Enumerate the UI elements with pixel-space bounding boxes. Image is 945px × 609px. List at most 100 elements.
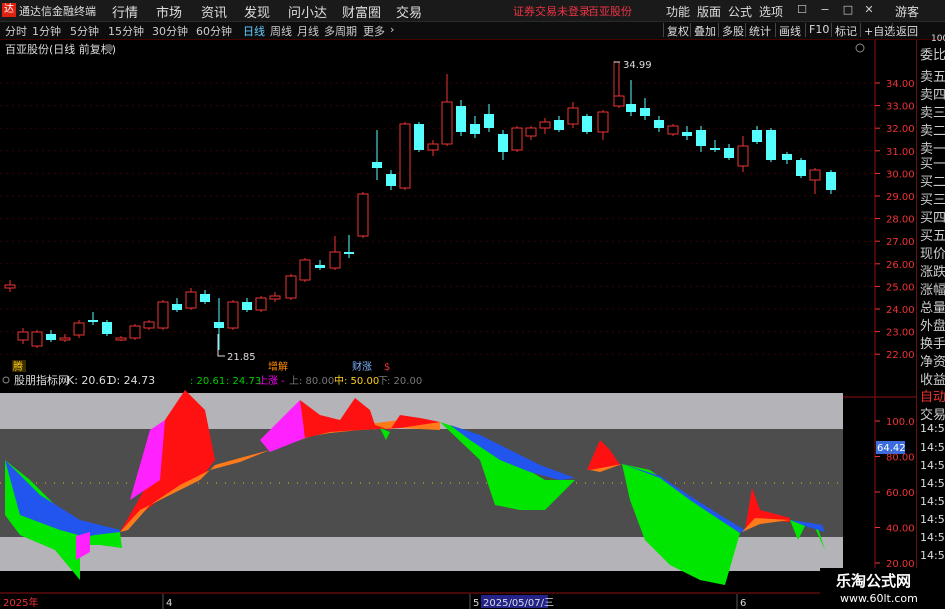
candle [157, 300, 169, 330]
menu-quotes[interactable]: 行情 [112, 2, 138, 21]
indicator-name: 股朋指标网 [14, 373, 69, 387]
period-timeshare[interactable]: 分时 [5, 23, 27, 39]
menu-layout[interactable]: 版面 [697, 3, 721, 20]
price-tick: 30.00 [886, 169, 915, 180]
candle [285, 274, 297, 300]
candle [102, 320, 112, 336]
quote-item: 买四 [920, 211, 945, 226]
quote-item: 买五 [920, 229, 945, 244]
chart-canvas[interactable]: 百亚股份(日线 前复权) 34.99 21.85 腾 增解 财涨 $ 34.00… [0, 40, 916, 609]
candle [31, 330, 43, 348]
minimize-icon[interactable]: − [818, 3, 832, 17]
skin-icon[interactable]: ☐ [795, 3, 809, 17]
quote-item: 涨跌 [920, 265, 945, 280]
tick-time: 14:56 [920, 422, 945, 435]
tick-time: 14:56 [920, 549, 945, 562]
shang-label: 上 [289, 375, 299, 387]
stock-link[interactable]: 百亚股份 [588, 3, 632, 19]
login-warning[interactable]: 证券交易未登录 [513, 3, 590, 19]
indicator-tick: 100.0 [886, 417, 915, 428]
menu-trade[interactable]: 交易 [396, 2, 422, 21]
quote-item: 卖四 [920, 88, 945, 103]
price-tick: 34.00 [886, 79, 915, 90]
menu-function[interactable]: 功能 [666, 3, 690, 20]
period-month[interactable]: 月线 [297, 23, 319, 39]
candle [299, 258, 311, 282]
period-week[interactable]: 周线 [270, 23, 292, 39]
v1-value: : 20.61 [190, 376, 225, 387]
period-15min[interactable]: 15分钟 [108, 23, 144, 39]
price-tick: 26.00 [886, 260, 915, 271]
chevron-right-icon[interactable]: › [390, 23, 394, 36]
watermark-url: www.60lt.com [840, 592, 918, 605]
menu-news[interactable]: 资讯 [201, 2, 227, 21]
multi-stock-button[interactable]: 多股 [718, 23, 744, 38]
tag-teng[interactable]: 腾 [13, 360, 23, 373]
period-60min[interactable]: 60分钟 [196, 23, 232, 39]
quote-item: 净资 [920, 355, 945, 370]
menu-market[interactable]: 市场 [156, 2, 182, 21]
overlay-button[interactable]: 叠加 [690, 23, 716, 38]
back-button[interactable]: 返回 [892, 23, 918, 38]
xia-value: : 20.00 [387, 376, 422, 387]
tag-finance[interactable]: 财涨 [352, 360, 372, 373]
draw-button[interactable]: 画线 [775, 23, 801, 38]
period-bar: 分时 1分钟 5分钟 15分钟 30分钟 60分钟 日线 周线 月线 多周期 更… [0, 22, 945, 40]
price-tick: 28.00 [886, 215, 915, 226]
price-tick: 27.00 [886, 237, 915, 248]
f10-button[interactable]: F10 [805, 23, 829, 37]
candle [796, 158, 806, 178]
tick-time: 14:56 [920, 513, 945, 526]
add-favorite-button[interactable]: +自选 [860, 23, 895, 38]
candle [73, 320, 85, 338]
menu-ask[interactable]: 问小达 [288, 2, 327, 21]
zhong-value: : 50.00 [344, 376, 379, 387]
chart-settings-icon[interactable] [105, 44, 113, 52]
tag-dollar[interactable]: $ [384, 362, 390, 373]
period-1min[interactable]: 1分钟 [32, 23, 61, 39]
price-tick: 29.00 [886, 192, 915, 203]
quote-item: 外盘 [920, 319, 945, 334]
period-5min[interactable]: 5分钟 [70, 23, 99, 39]
period-multi[interactable]: 多周期 [324, 23, 357, 39]
menu-options[interactable]: 选项 [759, 3, 783, 20]
maximize-icon[interactable]: □ [841, 3, 855, 17]
app-title: 通达信金融终端 [19, 5, 96, 18]
stats-button[interactable]: 统计 [745, 23, 771, 38]
mark-button[interactable]: 标记 [831, 23, 857, 38]
price-tick: 24.00 [886, 305, 915, 316]
menu-formula[interactable]: 公式 [728, 3, 752, 20]
candle [511, 126, 523, 152]
trade-tab[interactable]: 交易 [920, 404, 945, 423]
quote-item: 总量 [920, 301, 945, 316]
shang-value: : 80.00 [299, 376, 334, 387]
period-30min[interactable]: 30分钟 [152, 23, 188, 39]
close-icon[interactable]: ✕ [862, 3, 876, 17]
indicator-header: 股朋指标网 K: 20.61 D: 24.73 : 20.61 : 24.73 … [2, 373, 422, 387]
quote-item: 买一 [920, 157, 945, 172]
period-day[interactable]: 日线 [243, 23, 265, 39]
candle [414, 122, 424, 152]
indicator-tick: 60.00 [886, 488, 915, 499]
candle [582, 114, 592, 134]
indicator-tick: 80.00 [886, 453, 915, 464]
quote-item: 委比 [920, 48, 945, 63]
up-label: 上涨 [258, 375, 278, 387]
menu-discover[interactable]: 发现 [244, 2, 270, 21]
candle [255, 296, 267, 312]
tag-unlock[interactable]: 增解 [268, 360, 288, 373]
quote-item: 卖五 [920, 70, 945, 85]
menu-wealth[interactable]: 财富圈 [342, 2, 381, 21]
price-tick: 23.00 [886, 328, 915, 339]
adjust-button[interactable]: 复权 [663, 23, 689, 38]
axis-year: 2025年 [3, 596, 38, 609]
indicator-tick: 40.00 [886, 524, 915, 535]
guest-label[interactable]: 游客 [895, 3, 919, 20]
watermark: 乐淘公式网 www.60lt.com [820, 568, 945, 609]
app-logo-icon: 达 [2, 3, 16, 17]
period-more[interactable]: 更多 [363, 23, 385, 39]
quote-item: 涨幅 [920, 283, 945, 298]
price-tick: 33.00 [886, 102, 915, 113]
candle [227, 300, 239, 330]
auto-toggle[interactable]: 自动 [920, 386, 945, 405]
